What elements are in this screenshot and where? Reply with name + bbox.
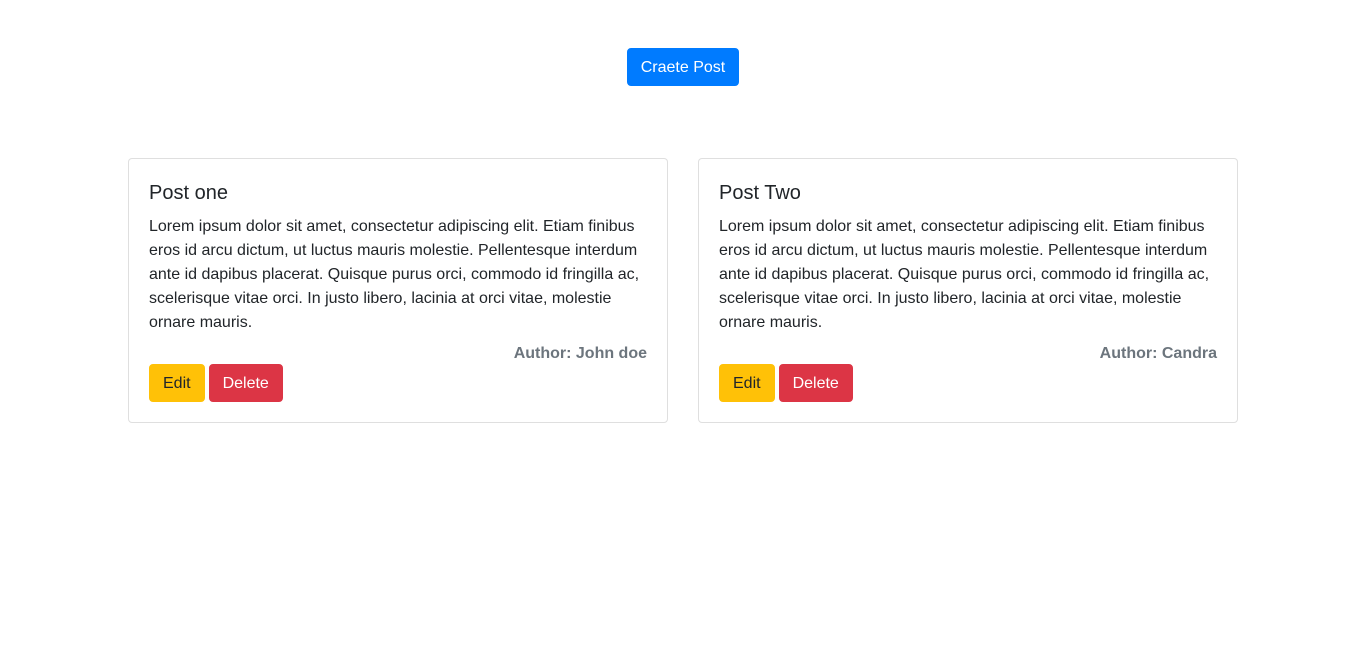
post-list: Post one Lorem ipsum dolor sit amet, con… (128, 158, 1238, 423)
create-post-button[interactable]: Craete Post (626, 48, 740, 86)
edit-button[interactable]: Edit (149, 364, 205, 402)
post-title: Post one (149, 182, 228, 204)
post-author: Author: John doe (513, 345, 647, 362)
delete-button[interactable]: Delete (778, 364, 853, 402)
post-card: Post one Lorem ipsum dolor sit amet, con… (128, 158, 668, 423)
post-actions: Edit Delete (149, 364, 283, 402)
post-card: Post Two Lorem ipsum dolor sit amet, con… (698, 158, 1238, 423)
post-author: Author: Candra (1099, 345, 1217, 362)
page: Craete Post Post one Lorem ipsum dolor s… (0, 0, 1349, 663)
delete-button[interactable]: Delete (208, 364, 283, 402)
edit-button[interactable]: Edit (719, 364, 775, 402)
create-post-container: Craete Post (0, 48, 1349, 86)
post-actions: Edit Delete (719, 364, 853, 402)
post-body: Lorem ipsum dolor sit amet, consectetur … (719, 218, 1210, 331)
post-title: Post Two (719, 182, 801, 204)
post-body: Lorem ipsum dolor sit amet, consectetur … (149, 218, 640, 331)
